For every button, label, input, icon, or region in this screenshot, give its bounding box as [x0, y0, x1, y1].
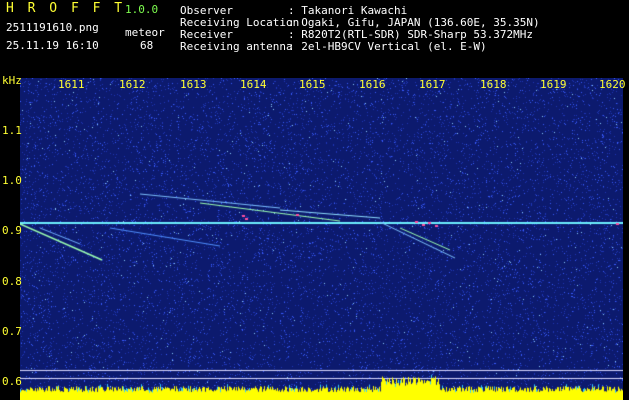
x-tick-1612: 1612 — [119, 78, 146, 91]
y-tick-0-9: 0.9 — [2, 224, 22, 237]
timestamp: 25.11.19 16:10 — [6, 39, 99, 52]
y-tick-1-1: 1.1 — [2, 124, 22, 137]
spectrogram — [20, 78, 623, 400]
filename: 2511191610.png — [6, 21, 99, 34]
antenna-label: Receiving antenna — [180, 40, 293, 53]
x-tick-1615: 1615 — [299, 78, 326, 91]
x-tick-1616: 1616 — [359, 78, 386, 91]
app-version: 1.0.0 — [125, 3, 159, 16]
y-tick-0-8: 0.8 — [2, 275, 22, 288]
meteor-label: meteor — [125, 26, 165, 39]
y-tick-0-6: 0.6 — [2, 375, 22, 388]
x-tick-1618: 1618 — [480, 78, 507, 91]
x-tick-1611: 1611 — [58, 78, 85, 91]
y-tick-0-7: 0.7 — [2, 325, 22, 338]
x-tick-1619: 1619 — [540, 78, 567, 91]
x-tick-1614: 1614 — [240, 78, 267, 91]
x-tick-1620: 1620 — [599, 78, 626, 91]
x-tick-1613: 1613 — [180, 78, 207, 91]
info-header: H R O F F T 1.0.0 2511191610.png meteor … — [0, 0, 629, 72]
meteor-count: 68 — [140, 39, 154, 52]
y-unit-label: kHz — [2, 74, 22, 87]
x-tick-1617: 1617 — [419, 78, 446, 91]
antenna-value: : 2el-HB9CV Vertical (el. E-W) — [288, 40, 487, 53]
app-name: H R O F F T — [6, 1, 126, 16]
y-tick-1-0: 1.0 — [2, 174, 22, 187]
